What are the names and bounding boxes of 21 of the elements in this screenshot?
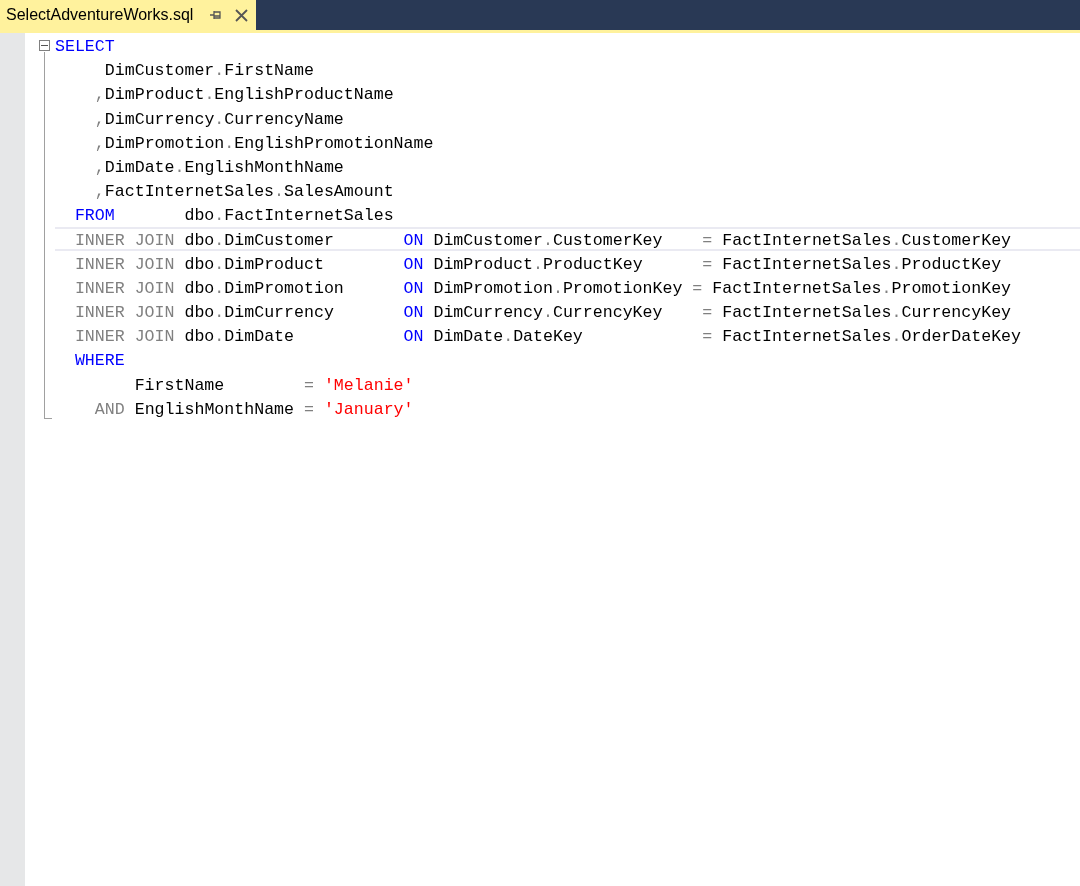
collapse-icon[interactable] (39, 40, 50, 51)
code-line: FirstName = 'Melanie' (133, 374, 415, 396)
document-tab[interactable]: SelectAdventureWorks.sql (0, 0, 257, 30)
code-line: ,DimDate.EnglishMonthName (93, 156, 345, 179)
code-line: INNER JOIN dbo.DimPromotion ON DimPromotion.PromotionKey = FactInternetSales.PromotionKey (73, 277, 1013, 300)
code-line: INNER JOIN dbo.DimCurrency ON DimCurrency.CurrencyKey = FactInternetSales.CurrencyKey (73, 302, 1013, 324)
code-line: ,DimProduct.EnglishProductName (93, 84, 395, 106)
tab-title: SelectAdventureWorks.sql (6, 5, 194, 25)
code-line: ,DimPromotion.EnglishPromotionName (93, 132, 435, 154)
code-line: DimCustomer.FirstName (103, 60, 315, 82)
code-line: WHERE (73, 350, 126, 372)
pin-icon[interactable] (209, 10, 224, 20)
close-icon[interactable] (235, 8, 249, 22)
code-line: ,DimCurrency.CurrencyName (93, 108, 345, 130)
code-line: FROM dbo.FactInternetSales (73, 205, 395, 227)
code-line: INNER JOIN dbo.DimCustomer ON DimCustomer.CustomerKey = FactInternetSales.CustomerKey (55, 226, 1080, 251)
code-line: INNER JOIN dbo.DimProduct ON DimProduct.ProductKey = FactInternetSales.ProductKey (73, 253, 1003, 275)
code-line: AND EnglishMonthName = 'January' (93, 398, 415, 420)
code-line: SELECT (55, 36, 116, 58)
code-line: INNER JOIN dbo.DimDate ON DimDate.DateKey = FactInternetSales.OrderDateKey (73, 326, 1022, 348)
code-line: ,FactInternetSales.SalesAmount (93, 181, 395, 203)
